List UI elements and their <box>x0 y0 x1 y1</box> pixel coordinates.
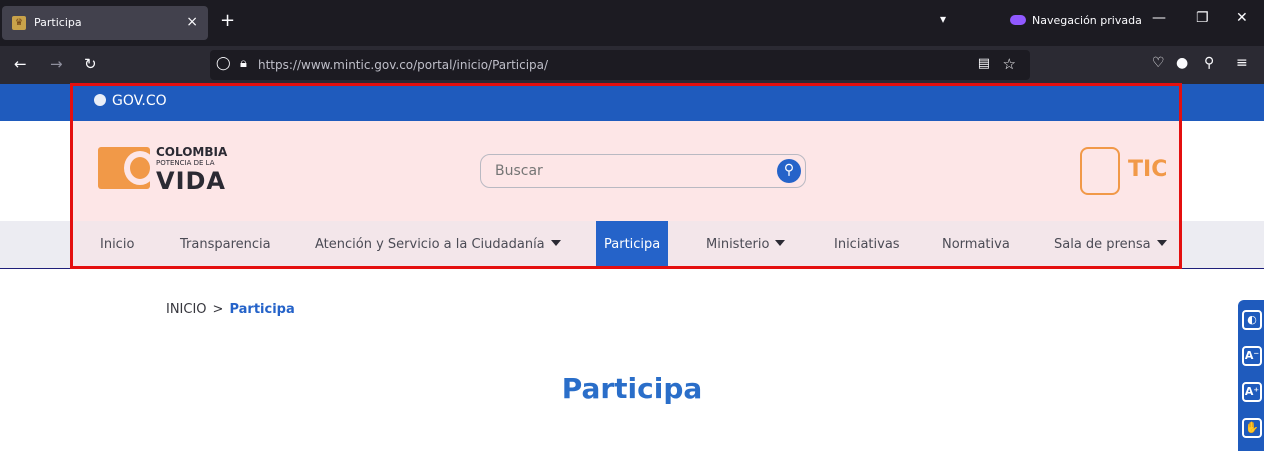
address-bar[interactable]: ◯ 🔒︎ https://www.mintic.gov.co/portal/in… <box>210 50 1030 80</box>
menu-item-ministerio[interactable]: Ministerio <box>706 237 786 252</box>
restore-window-button[interactable]: ❐ <box>1196 10 1209 26</box>
tab-list-chevron-icon[interactable]: ▾ <box>940 12 946 26</box>
colombia-crest-icon <box>1080 147 1120 195</box>
pocket-icon[interactable]: ♡ <box>1152 55 1165 71</box>
minimize-window-button[interactable]: — <box>1152 10 1166 26</box>
gov-co-bar: GOV.CO <box>0 84 1264 121</box>
account-icon[interactable]: ● <box>1176 55 1188 71</box>
menu-item-sala-de-prensa-label: Sala de prensa <box>1054 237 1151 252</box>
lock-icon[interactable]: 🔒︎ <box>240 56 247 71</box>
caret-down-icon <box>550 240 561 246</box>
sign-language-icon[interactable]: ✋ <box>1242 418 1262 438</box>
private-browsing-label: Navegación privada <box>1032 14 1142 27</box>
breadcrumb-chevron-icon: > <box>212 302 224 317</box>
tracking-protection-shield-icon[interactable]: ◯ <box>216 56 231 71</box>
browser-tab[interactable]: ♛ Participa × <box>2 6 208 40</box>
back-arrow-icon[interactable]: ← <box>14 55 27 73</box>
new-tab-button[interactable]: + <box>220 10 235 31</box>
tab-close-button[interactable]: × <box>186 14 198 30</box>
accessibility-toolbar: ◐ A⁻ A⁺ ✋ <box>1238 300 1264 451</box>
search-input[interactable] <box>495 162 755 180</box>
menu-item-atencion-label: Atención y Servicio a la Ciudadanía <box>315 237 545 252</box>
gov-co-link[interactable]: GOV.CO <box>94 93 167 109</box>
site-favicon-icon: ♛ <box>12 16 26 30</box>
reader-view-icon[interactable]: ▤ <box>978 56 990 71</box>
menu-item-sala-de-prensa[interactable]: Sala de prensa <box>1054 237 1167 252</box>
private-mask-icon <box>1010 15 1026 25</box>
colombia-potencia-logo[interactable]: COLOMBIA POTENCIA DE LA VIDA <box>98 143 248 195</box>
close-window-button[interactable]: ✕ <box>1236 10 1248 26</box>
menu-item-iniciativas[interactable]: Iniciativas <box>834 237 900 252</box>
ministerio-tic-logo[interactable]: TIC <box>1080 147 1180 197</box>
page-title: Participa <box>561 372 703 405</box>
browser-toolbar: ← → ↻ ◯ 🔒︎ https://www.mintic.gov.co/por… <box>0 46 1264 84</box>
contrast-icon[interactable]: ◐ <box>1242 310 1262 330</box>
gov-co-label: GOV.CO <box>112 93 167 109</box>
logo-line-3: VIDA <box>156 167 226 195</box>
breadcrumb-home-link[interactable]: INICIO <box>166 302 207 317</box>
site-header: COLOMBIA POTENCIA DE LA VIDA ⚲ TIC <box>0 121 1264 221</box>
breadcrumb-current: Participa <box>229 302 295 317</box>
bookmark-star-icon[interactable]: ☆ <box>1003 55 1016 73</box>
logo-line-1: COLOMBIA <box>156 145 228 159</box>
extensions-icon[interactable]: ⚲ <box>1204 55 1214 71</box>
site-search-box: ⚲ <box>480 154 806 188</box>
menu-item-normativa[interactable]: Normativa <box>942 237 1010 252</box>
main-menu: Inicio Transparencia Atención y Servicio… <box>0 221 1264 269</box>
private-browsing-indicator: Navegación privada <box>1010 14 1142 27</box>
gov-seal-icon <box>94 94 106 106</box>
tab-title: Participa <box>34 16 82 29</box>
menu-item-inicio[interactable]: Inicio <box>100 237 134 252</box>
menu-hamburger-icon[interactable]: ≡ <box>1236 55 1248 71</box>
reload-icon[interactable]: ↻ <box>84 55 97 73</box>
logo-wave-icon <box>124 151 156 185</box>
increase-font-icon[interactable]: A⁺ <box>1242 382 1262 402</box>
search-icon[interactable]: ⚲ <box>777 159 801 183</box>
menu-item-transparencia[interactable]: Transparencia <box>180 237 271 252</box>
breadcrumb: INICIO > Participa <box>166 302 295 317</box>
decrease-font-icon[interactable]: A⁻ <box>1242 346 1262 366</box>
caret-down-icon <box>775 240 786 246</box>
logo-line-2: POTENCIA DE LA <box>156 159 215 167</box>
tic-label: TIC <box>1128 157 1168 182</box>
url-text[interactable]: https://www.mintic.gov.co/portal/inicio/… <box>258 58 548 72</box>
browser-tab-strip: ♛ Participa × + ▾ Navegación privada — ❐… <box>0 0 1264 46</box>
caret-down-icon <box>1156 240 1167 246</box>
menu-item-atencion[interactable]: Atención y Servicio a la Ciudadanía <box>315 237 561 252</box>
menu-item-participa[interactable]: Participa <box>596 221 669 268</box>
menu-item-ministerio-label: Ministerio <box>706 237 770 252</box>
forward-arrow-icon[interactable]: → <box>50 55 63 73</box>
